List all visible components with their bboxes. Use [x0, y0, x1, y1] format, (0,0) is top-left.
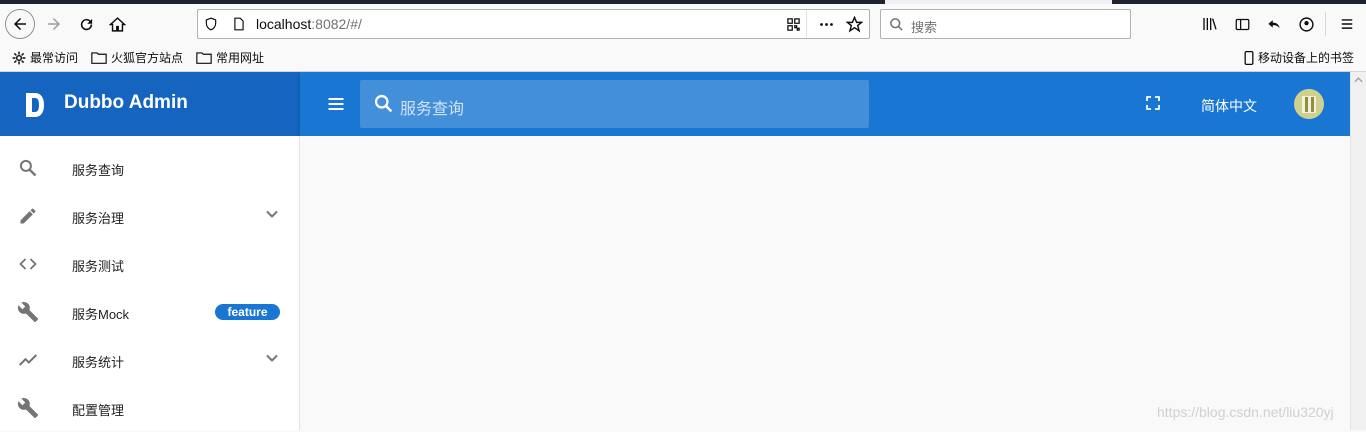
home-icon — [108, 16, 126, 32]
sidebar-icon — [1235, 18, 1249, 30]
brand-header: Dubbo Admin — [0, 72, 300, 136]
service-search-input[interactable]: 服务查询 — [360, 80, 869, 128]
arrow-left-icon — [14, 18, 26, 30]
chevron-down-icon[interactable] — [262, 348, 282, 368]
watermark-text: https://blog.csdn.net/liu320yj — [1157, 404, 1334, 420]
browser-search-input[interactable]: 搜索 — [880, 9, 1131, 39]
sidebar-item-label: 服务统计 — [72, 355, 125, 370]
bookmark-label: 移动设备上的书签 — [1258, 51, 1355, 65]
main-content — [300, 136, 1350, 430]
app-title[interactable]: Dubbo Admin — [64, 92, 188, 114]
wrench-icon — [16, 300, 40, 324]
chevron-down-icon[interactable] — [262, 204, 282, 224]
avatar[interactable] — [1294, 89, 1324, 119]
menu-toggle-icon[interactable] — [326, 94, 346, 114]
gear-icon — [12, 51, 26, 64]
sidebar-item-service-search[interactable]: 服务查询 — [0, 144, 300, 192]
search-placeholder: 服务查询 — [400, 99, 465, 118]
bookmark-firefox-sites[interactable]: 火狐官方站点 — [91, 49, 183, 66]
search-icon — [890, 18, 903, 31]
bookmark-label: 最常访问 — [30, 51, 79, 65]
more-actions-icon[interactable] — [818, 17, 835, 32]
qr-code-icon[interactable] — [786, 17, 801, 32]
library-button[interactable] — [1200, 14, 1220, 34]
account-icon — [1298, 16, 1314, 32]
url-text[interactable]: localhost:8082/#/ — [256, 16, 362, 32]
url-host: localhost — [256, 16, 312, 32]
reload-icon — [80, 18, 92, 30]
back-button[interactable] — [5, 9, 35, 39]
folder-icon — [196, 52, 212, 64]
sidebar-item-label: 服务查询 — [72, 163, 125, 178]
app-root: Dubbo Admin 服务查询 简体中文 服务查询 服务治理 服务测试 服务M… — [0, 72, 1366, 430]
browser-toolbar: localhost:8082/#/ 搜索 — [0, 4, 1366, 44]
code-icon — [16, 252, 40, 276]
mobile-device-icon — [1244, 50, 1254, 65]
undo-icon — [1268, 19, 1280, 28]
navigation-drawer: 服务查询 服务治理 服务测试 服务Mock feature 服务统计 配置管理 — [0, 136, 300, 430]
reload-button[interactable] — [72, 10, 100, 38]
search-icon — [16, 156, 40, 180]
page-icon[interactable] — [232, 16, 246, 32]
hamburger-icon — [1341, 19, 1353, 29]
menu-button[interactable] — [1337, 14, 1357, 34]
folder-icon — [91, 52, 107, 64]
forward-button[interactable] — [40, 10, 68, 38]
scroll-up-icon[interactable] — [1354, 77, 1363, 83]
sidebar-item-label: 服务治理 — [72, 211, 125, 226]
feature-badge: feature — [215, 304, 280, 320]
home-button[interactable] — [103, 10, 131, 38]
star-icon[interactable] — [846, 16, 863, 33]
arrow-right-icon — [48, 18, 60, 30]
url-bar[interactable]: localhost:8082/#/ — [197, 9, 870, 39]
url-path: :8082/#/ — [311, 16, 362, 32]
fullscreen-icon[interactable] — [1145, 95, 1161, 111]
sidebar-item-label: 服务测试 — [72, 259, 125, 274]
wrench-icon — [16, 396, 40, 420]
shield-icon[interactable] — [204, 17, 218, 31]
avatar-image — [1294, 89, 1324, 119]
toolbar-divider — [1325, 12, 1326, 36]
page-scrollbar[interactable] — [1350, 72, 1366, 430]
bookmark-label: 常用网址 — [216, 51, 265, 65]
bookmarks-toolbar: 最常访问 火狐官方站点 常用网址 移动设备上的书签 — [0, 44, 1366, 72]
pencil-icon — [16, 204, 40, 228]
bookmark-mobile[interactable]: 移动设备上的书签 — [1244, 49, 1354, 66]
language-switcher[interactable]: 简体中文 — [1201, 96, 1257, 116]
library-icon — [1203, 18, 1217, 30]
search-icon — [374, 94, 393, 113]
browser-search-placeholder: 搜索 — [911, 21, 938, 36]
dubbo-logo-icon — [26, 93, 44, 117]
sidebar-item-label: 配置管理 — [72, 403, 125, 418]
app-toolbar: 服务查询 简体中文 — [300, 72, 1350, 136]
trending-icon — [16, 348, 40, 372]
bookmark-common-sites[interactable]: 常用网址 — [196, 49, 264, 66]
sidebar-item-service-statistics[interactable]: 服务统计 — [0, 336, 300, 384]
sidebar-item-service-test[interactable]: 服务测试 — [0, 240, 300, 288]
bookmark-label: 火狐官方站点 — [111, 51, 184, 65]
sidebar-toggle-button[interactable] — [1232, 14, 1252, 34]
urlbar-divider — [806, 10, 807, 38]
sidebar-item-service-governance[interactable]: 服务治理 — [0, 192, 300, 240]
sidebar-item-label: 服务Mock — [72, 307, 130, 322]
sidebar-item-config-management[interactable]: 配置管理 — [0, 384, 300, 432]
account-button[interactable] — [1296, 14, 1316, 34]
sidebar-item-service-mock[interactable]: 服务Mock feature — [0, 288, 300, 336]
undo-button[interactable] — [1264, 14, 1284, 34]
bookmark-most-visited[interactable]: 最常访问 — [12, 49, 78, 66]
